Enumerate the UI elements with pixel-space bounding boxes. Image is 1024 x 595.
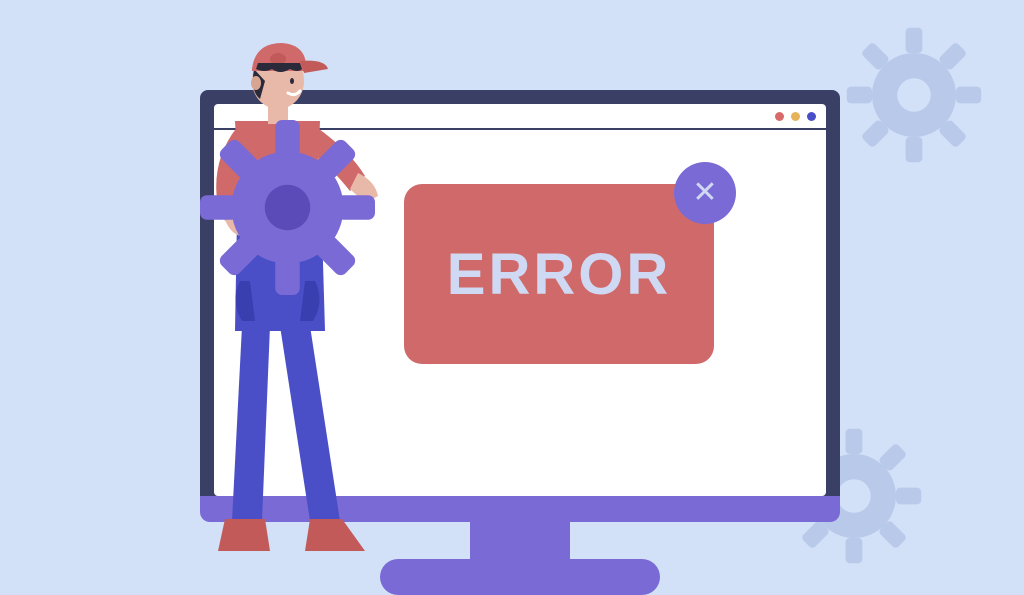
error-panel: ERROR ✕: [404, 184, 714, 364]
window-dot-red: [775, 112, 784, 121]
error-label: ERROR: [447, 241, 671, 308]
window-dot-yellow: [791, 112, 800, 121]
error-illustration: ERROR ✕: [0, 0, 1024, 576]
gear-icon: [844, 25, 984, 165]
close-badge: ✕: [674, 162, 736, 224]
window-dot-blue: [807, 112, 816, 121]
gear-icon: [200, 120, 375, 295]
close-icon: ✕: [692, 178, 717, 208]
monitor-base: [380, 559, 660, 595]
technician-illustration: [170, 31, 400, 571]
